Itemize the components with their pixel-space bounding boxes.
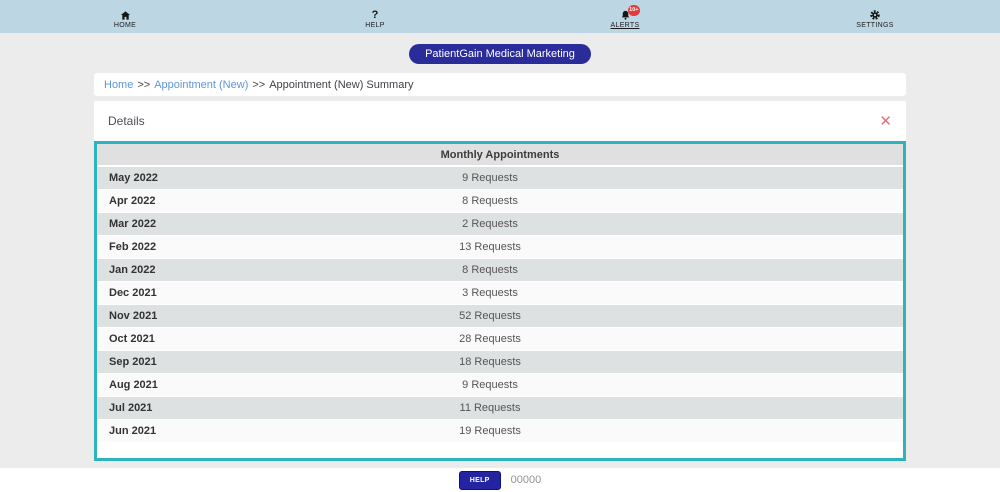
content-container: Home >> Appointment (New) >> Appointment…	[94, 73, 906, 461]
table-row[interactable]: Jul 2021 11 Requests	[97, 397, 903, 420]
breadcrumb-link-home[interactable]: Home	[104, 79, 133, 91]
question-icon: ?	[371, 8, 379, 21]
breadcrumb-current-page: Appointment (New) Summary	[269, 78, 414, 91]
top-navigation-bar: HOME ? HELP 10+ ALERTS SETTINGS	[0, 0, 1000, 33]
home-icon	[120, 9, 131, 21]
table-row[interactable]: Jan 2022 8 Requests	[97, 259, 903, 282]
nav-label-alerts: ALERTS	[610, 21, 640, 29]
nav-item-home[interactable]: HOME	[0, 5, 250, 29]
close-icon[interactable]: ✕	[879, 114, 892, 129]
nav-item-alerts[interactable]: 10+ ALERTS	[500, 4, 750, 29]
help-button[interactable]: HELP	[458, 470, 501, 490]
month-cell: Jan 2022	[109, 264, 156, 276]
requests-cell: 13 Requests	[459, 241, 521, 253]
details-header: Details ✕	[94, 101, 906, 141]
bell-icon: 10+	[620, 4, 640, 21]
requests-cell: 11 Requests	[459, 402, 521, 414]
table-row[interactable]: Apr 2022 8 Requests	[97, 190, 903, 213]
gear-icon	[869, 9, 881, 21]
table-row[interactable]: Jun 2021 19 Requests	[97, 420, 903, 443]
page-footer: HELP 00000	[0, 468, 1000, 492]
requests-cell: 3 Requests	[462, 287, 518, 299]
month-cell: May 2022	[109, 172, 158, 184]
table-row[interactable]: Oct 2021 28 Requests	[97, 328, 903, 351]
footer-code: 00000	[510, 474, 542, 486]
requests-cell: 2 Requests	[462, 218, 518, 230]
requests-cell: 52 Requests	[459, 310, 521, 322]
table-row[interactable]: Dec 2021 3 Requests	[97, 282, 903, 305]
month-cell: Mar 2022	[109, 218, 157, 230]
requests-cell: 9 Requests	[462, 172, 518, 184]
table-row[interactable]: Feb 2022 13 Requests	[97, 236, 903, 259]
requests-cell: 19 Requests	[459, 425, 521, 437]
requests-cell: 8 Requests	[462, 195, 518, 207]
month-cell: Feb 2022	[109, 241, 157, 253]
month-cell: Nov 2021	[109, 310, 158, 322]
nav-item-help[interactable]: ? HELP	[250, 5, 500, 29]
table-footer-spacer	[97, 443, 903, 458]
nav-item-settings[interactable]: SETTINGS	[750, 5, 1000, 29]
month-cell: Jul 2021	[109, 402, 153, 414]
month-cell: Sep 2021	[109, 356, 157, 368]
nav-label-settings: SETTINGS	[856, 21, 894, 29]
table-row[interactable]: Mar 2022 2 Requests	[97, 213, 903, 236]
account-pill-button[interactable]: PatientGain Medical Marketing	[409, 44, 591, 64]
main-content-area: PatientGain Medical Marketing Home >> Ap…	[0, 33, 1000, 468]
breadcrumb: Home >> Appointment (New) >> Appointment…	[94, 73, 906, 96]
table-row[interactable]: Sep 2021 18 Requests	[97, 351, 903, 374]
table-row[interactable]: Nov 2021 52 Requests	[97, 305, 903, 328]
account-pill-row: PatientGain Medical Marketing	[0, 33, 1000, 64]
details-title: Details	[108, 114, 145, 128]
breadcrumb-link-appointment-new[interactable]: Appointment (New)	[154, 79, 248, 91]
month-cell: Apr 2022	[109, 195, 156, 207]
alerts-count-badge: 10+	[628, 4, 640, 16]
requests-cell: 9 Requests	[462, 379, 518, 391]
month-cell: Oct 2021	[109, 333, 155, 345]
month-cell: Aug 2021	[109, 379, 158, 391]
requests-cell: 18 Requests	[459, 356, 521, 368]
month-cell: Jun 2021	[109, 425, 157, 437]
table-header: Monthly Appointments	[97, 144, 903, 167]
nav-label-help: HELP	[365, 21, 385, 29]
month-cell: Dec 2021	[109, 287, 157, 299]
breadcrumb-separator: >>	[252, 78, 266, 91]
details-panel: Details ✕ Monthly Appointments May 2022 …	[94, 101, 906, 461]
monthly-appointments-table: Monthly Appointments May 2022 9 Requests…	[94, 141, 906, 461]
breadcrumb-separator: >>	[137, 78, 151, 91]
requests-cell: 28 Requests	[459, 333, 521, 345]
nav-label-home: HOME	[113, 21, 137, 29]
table-row[interactable]: May 2022 9 Requests	[97, 167, 903, 190]
requests-cell: 8 Requests	[462, 264, 518, 276]
table-row[interactable]: Aug 2021 9 Requests	[97, 374, 903, 397]
